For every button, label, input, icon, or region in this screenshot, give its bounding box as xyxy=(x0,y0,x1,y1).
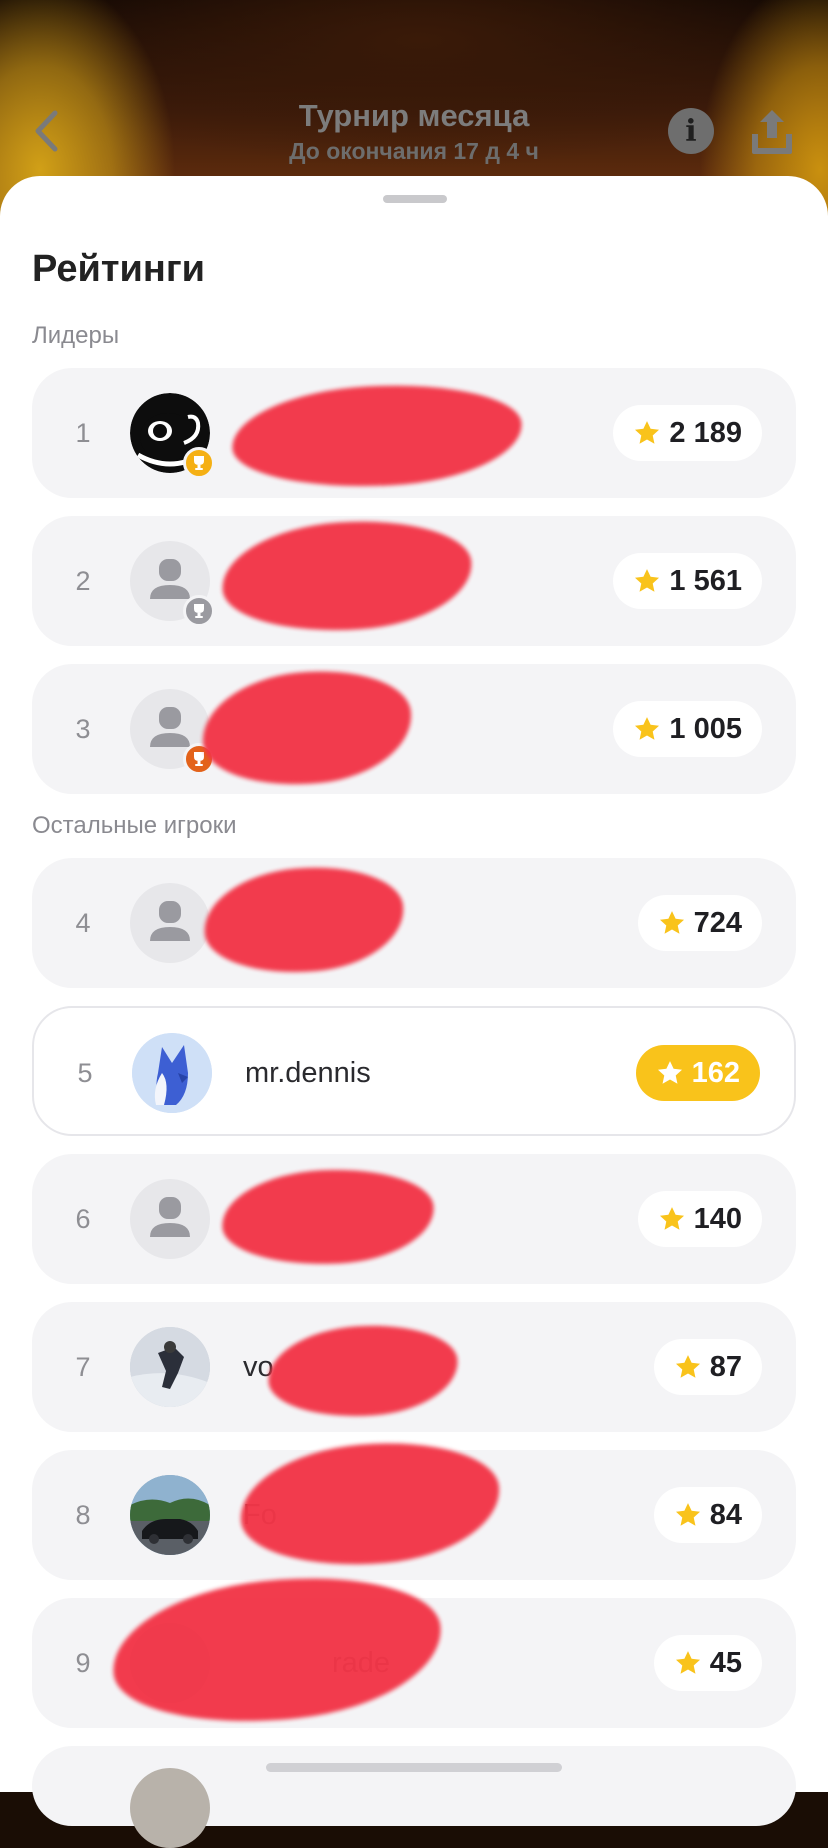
home-indicator xyxy=(266,1763,562,1772)
trophy-icon xyxy=(194,604,204,618)
gold-trophy-badge xyxy=(183,447,215,479)
leaders-label: Лидеры xyxy=(32,322,120,349)
leaderboard-row[interactable]: 3 1 005 xyxy=(32,661,796,795)
avatar xyxy=(130,1327,210,1407)
star-icon xyxy=(675,1651,700,1674)
avatar xyxy=(130,1768,210,1848)
rank-number: 7 xyxy=(75,1351,91,1382)
info-button[interactable]: i xyxy=(668,108,714,154)
rank-number: 6 xyxy=(75,1203,91,1234)
trophy-icon xyxy=(194,456,204,470)
rank-number: 8 xyxy=(75,1499,91,1530)
info-icon: i xyxy=(685,113,697,149)
rank-number: 5 xyxy=(77,1057,93,1088)
player-name: vo xyxy=(243,1350,274,1383)
star-icon xyxy=(659,911,684,934)
star-icon xyxy=(635,717,660,740)
score-pill: 1 561 xyxy=(613,553,762,609)
photo-avatar-icon xyxy=(130,1327,210,1407)
leaderboard-row[interactable]: 6 140 xyxy=(32,1154,796,1284)
star-icon xyxy=(635,421,660,444)
rank-number: 4 xyxy=(75,907,91,938)
other-players-label: Остальные игроки xyxy=(32,812,237,839)
score-value: 1 005 xyxy=(669,712,742,745)
score-pill: 162 xyxy=(635,1045,760,1101)
leaderboard-row[interactable] xyxy=(32,1746,796,1848)
leaderboard-row[interactable]: 4 724 xyxy=(32,858,796,988)
leaderboard-row[interactable]: 9 rade 45 xyxy=(32,1563,796,1737)
redaction-mark xyxy=(218,513,476,639)
silver-trophy-badge xyxy=(183,595,215,627)
redaction-mark xyxy=(105,1563,449,1737)
leaderboard-row[interactable]: 1 2 189 xyxy=(32,368,796,498)
star-icon xyxy=(657,1061,682,1084)
score-value: 2 189 xyxy=(669,416,742,449)
player-name: mr.dennis xyxy=(245,1056,371,1089)
ratings-heading: Рейтинги xyxy=(32,248,206,290)
share-icon xyxy=(752,110,792,154)
rank-number: 9 xyxy=(75,1647,91,1678)
share-button[interactable] xyxy=(748,106,796,158)
sheet-grabber[interactable] xyxy=(383,195,447,203)
redaction-mark xyxy=(265,1319,461,1423)
score-pill: 724 xyxy=(637,895,762,951)
score-pill: 87 xyxy=(653,1339,762,1395)
avatar xyxy=(130,1179,210,1259)
score-value: 84 xyxy=(709,1498,742,1531)
redaction-mark xyxy=(219,1164,437,1270)
rank-number: 3 xyxy=(75,713,91,744)
leaderboard-row[interactable]: 8 Fo 84 xyxy=(32,1432,796,1580)
redaction-mark xyxy=(229,378,525,494)
score-value: 45 xyxy=(709,1646,742,1679)
score-pill: 2 189 xyxy=(613,405,762,461)
current-user-row[interactable]: 5 mr.dennis 162 xyxy=(32,1006,796,1136)
rank-number: 2 xyxy=(75,565,91,596)
score-value: 162 xyxy=(691,1056,740,1089)
score-value: 724 xyxy=(693,906,742,939)
rank-number: 1 xyxy=(75,417,91,448)
score-value: 87 xyxy=(709,1350,742,1383)
fox-avatar-icon xyxy=(132,1033,212,1113)
avatar xyxy=(130,883,210,963)
redaction-mark xyxy=(196,661,418,795)
default-avatar-icon xyxy=(150,901,190,941)
leaderboard-row[interactable]: 7 vo 87 xyxy=(32,1302,796,1432)
score-pill: 45 xyxy=(653,1635,762,1691)
score-value: 1 561 xyxy=(669,564,742,597)
score-pill: 1 005 xyxy=(613,701,762,757)
star-icon xyxy=(675,1503,700,1526)
car-photo-avatar-icon xyxy=(130,1475,210,1555)
avatar xyxy=(132,1033,212,1113)
star-icon xyxy=(675,1355,700,1378)
star-icon xyxy=(635,569,660,592)
star-icon xyxy=(659,1207,684,1230)
score-pill: 140 xyxy=(637,1191,762,1247)
score-pill: 84 xyxy=(653,1487,762,1543)
score-value: 140 xyxy=(693,1202,742,1235)
avatar xyxy=(130,1475,210,1555)
default-avatar-icon xyxy=(150,1197,190,1237)
redaction-mark xyxy=(199,859,409,981)
leaderboard-row[interactable]: 2 1 561 xyxy=(32,513,796,646)
ratings-sheet: Рейтинги Лидеры 1 2 189 2 1 561 3 1 005 … xyxy=(0,176,828,1848)
